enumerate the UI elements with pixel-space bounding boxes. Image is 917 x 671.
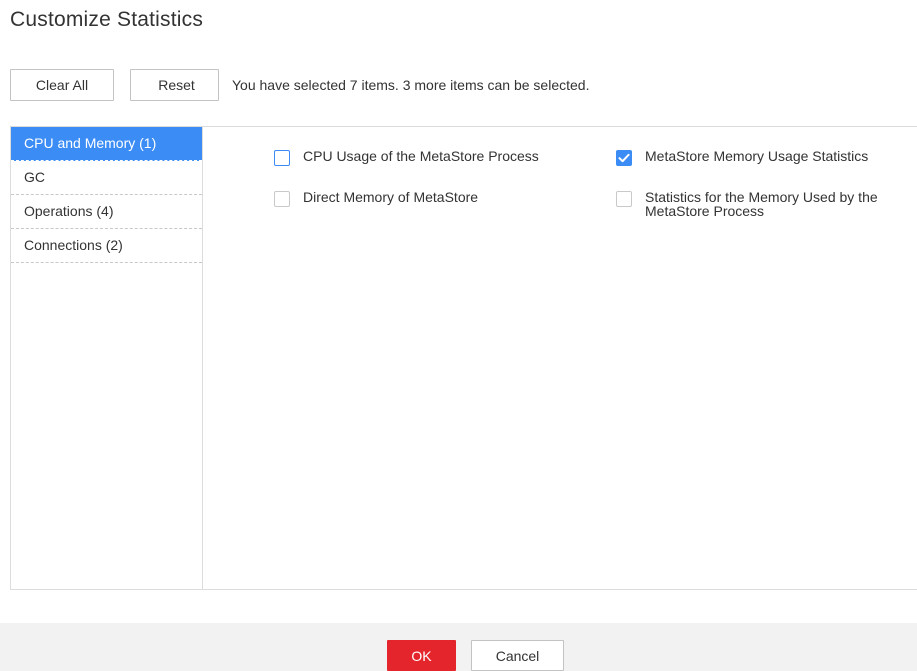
option-label: MetaStore Memory Usage Statistics (645, 148, 869, 164)
option-memory-used-by-process[interactable]: Statistics for the Memory Used by the Me… (616, 190, 916, 218)
option-label: Direct Memory of MetaStore (303, 189, 479, 205)
dialog-title: Customize Statistics (10, 8, 204, 31)
sidebar-item-gc[interactable]: GC (11, 161, 202, 195)
memory-used-by-process-checkbox[interactable] (616, 191, 632, 207)
option-cpu-usage[interactable]: CPU Usage of the MetaStore Process (274, 149, 539, 166)
category-sidebar: CPU and Memory (1) GC Operations (4) Con… (11, 127, 203, 589)
reset-button[interactable]: Reset (130, 69, 219, 101)
clear-all-button[interactable]: Clear All (10, 69, 114, 101)
cpu-usage-checkbox[interactable] (274, 150, 290, 166)
option-label: CPU Usage of the MetaStore Process (303, 148, 539, 164)
selection-count-text: You have selected 7 items. 3 more items … (232, 77, 590, 93)
check-icon (618, 153, 630, 163)
sidebar-item-connections[interactable]: Connections (2) (11, 229, 202, 263)
option-metastore-memory-usage[interactable]: MetaStore Memory Usage Statistics (616, 149, 868, 166)
statistics-panel: CPU and Memory (1) GC Operations (4) Con… (10, 126, 917, 590)
cancel-button[interactable]: Cancel (471, 640, 564, 671)
option-label: Statistics for the Memory Used by the Me… (645, 189, 878, 219)
customize-statistics-dialog: Customize Statistics Clear All Reset You… (0, 0, 917, 671)
dialog-footer (0, 623, 917, 671)
sidebar-item-cpu-and-memory[interactable]: CPU and Memory (1) (11, 127, 202, 161)
options-content: CPU Usage of the MetaStore Process MetaS… (204, 127, 917, 589)
metastore-memory-usage-checkbox[interactable] (616, 150, 632, 166)
sidebar-item-operations[interactable]: Operations (4) (11, 195, 202, 229)
ok-button[interactable]: OK (387, 640, 456, 671)
direct-memory-checkbox[interactable] (274, 191, 290, 207)
option-direct-memory[interactable]: Direct Memory of MetaStore (274, 190, 478, 207)
